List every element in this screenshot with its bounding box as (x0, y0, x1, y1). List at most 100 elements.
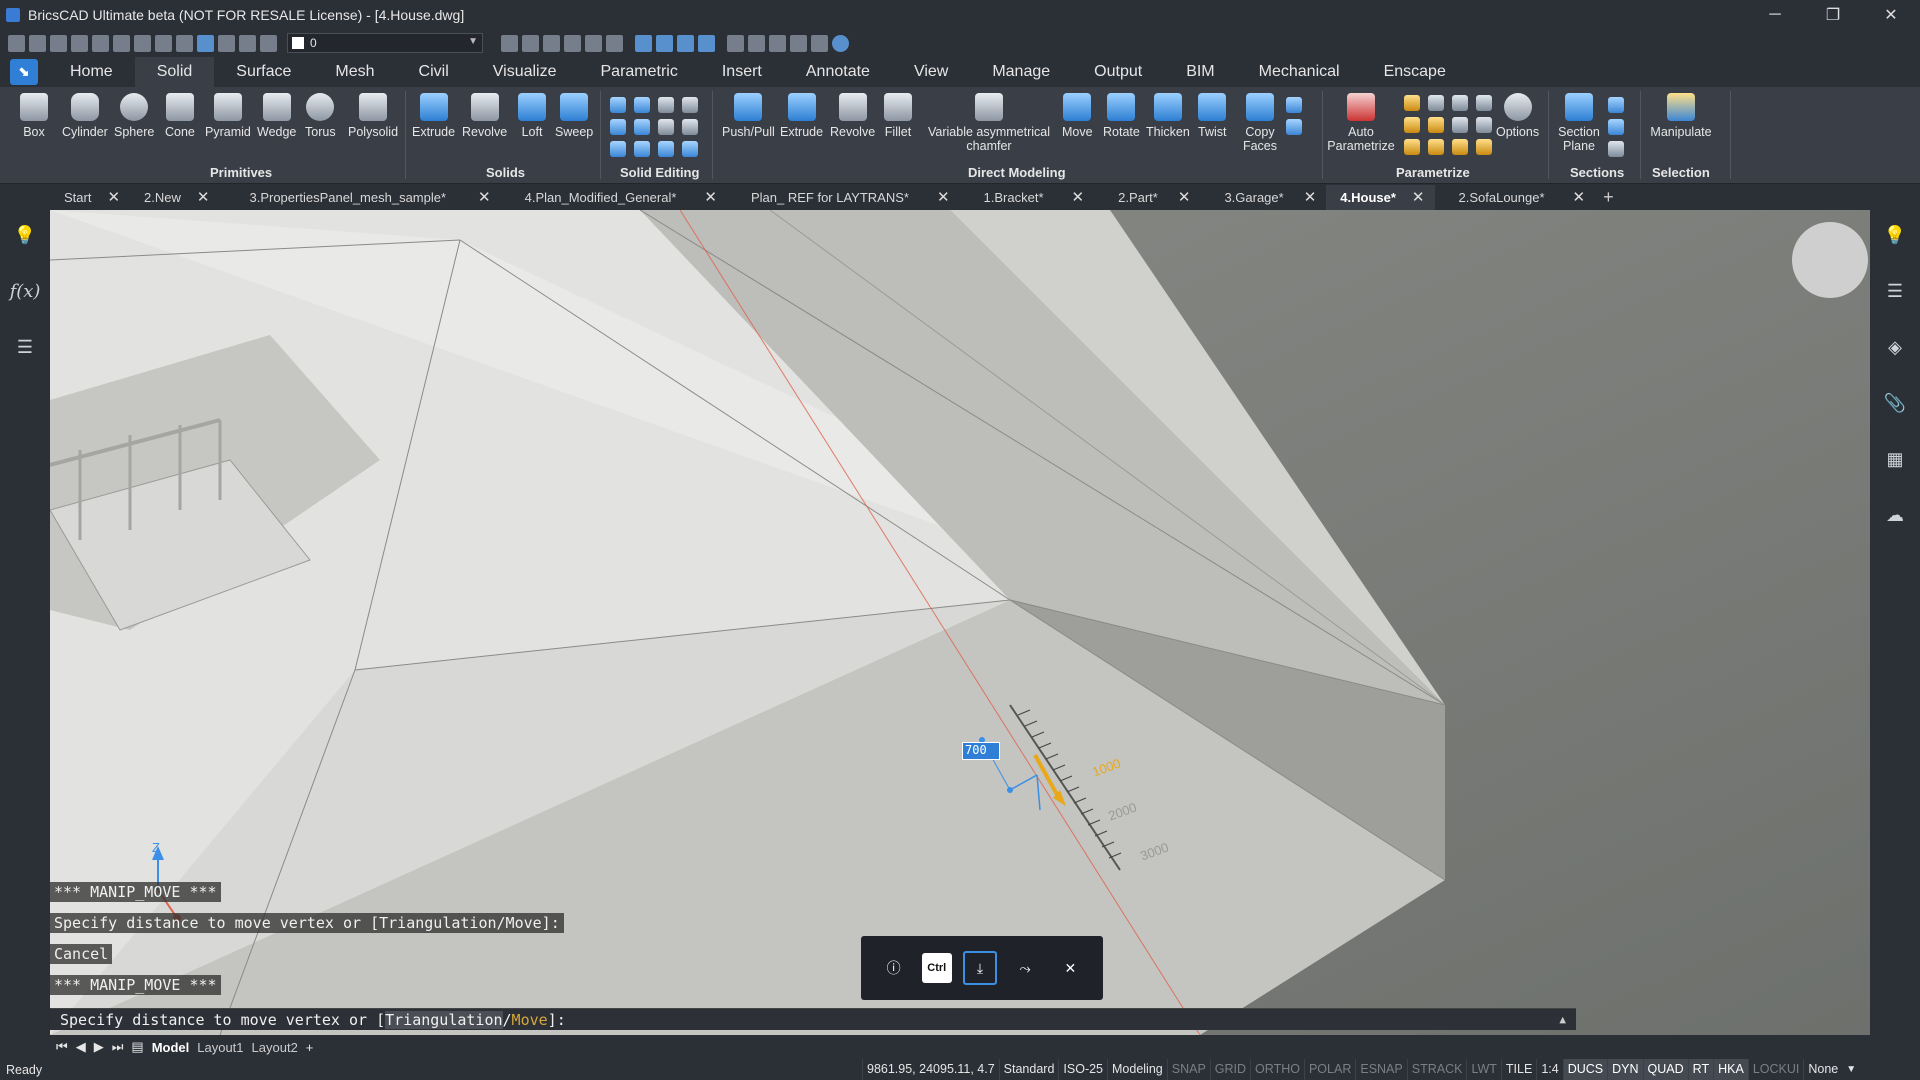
tab-annotate[interactable]: Annotate (784, 57, 892, 87)
perpendicular-icon[interactable] (1428, 117, 1444, 133)
status-standard[interactable]: Standard (998, 1059, 1059, 1080)
doctab-start[interactable]: Start ✕ (50, 185, 130, 210)
eraser-icon[interactable] (748, 34, 765, 52)
redo-icon[interactable] (176, 34, 193, 52)
options-button[interactable]: Options (1496, 93, 1539, 139)
tab-enscape[interactable]: Enscape (1362, 57, 1468, 87)
sphere-button[interactable]: Sphere (114, 93, 154, 139)
image-icon[interactable] (811, 34, 828, 52)
tab-layout2[interactable]: Layout2 (252, 1040, 298, 1055)
option-move[interactable]: Move (512, 1011, 548, 1029)
status-lwt[interactable]: LWT (1466, 1059, 1500, 1080)
doctab-garage[interactable]: 3.Garage* ✕ (1200, 185, 1326, 210)
status-none[interactable]: None (1803, 1059, 1842, 1080)
tab-insert[interactable]: Insert (700, 57, 784, 87)
layers-icon[interactable] (790, 34, 807, 52)
check-icon[interactable] (634, 141, 650, 157)
union-icon[interactable] (610, 97, 626, 113)
manip-move-tool-icon[interactable]: ⤓ (962, 951, 997, 985)
view-iso-icon[interactable] (656, 34, 673, 52)
polysolid-button[interactable]: Polysolid (348, 93, 398, 139)
edit-faces-icon[interactable] (682, 141, 698, 157)
close-icon[interactable]: ✕ (107, 185, 120, 210)
status-hka[interactable]: HKA (1713, 1059, 1748, 1080)
status-quad[interactable]: QUAD (1642, 1059, 1688, 1080)
next-layout-icon[interactable]: ▶ (94, 1039, 104, 1055)
application-menu-button[interactable]: ⬊ (10, 59, 38, 85)
sliders-icon[interactable]: ☰ (1883, 279, 1907, 303)
status-esnap[interactable]: ESNAP (1355, 1059, 1406, 1080)
rotate-button[interactable]: Rotate (1103, 93, 1140, 139)
section-settings-icon[interactable] (1608, 119, 1624, 135)
save-icon[interactable] (50, 34, 67, 52)
angle-icon[interactable] (1428, 139, 1444, 155)
close-icon[interactable]: ✕ (1178, 185, 1191, 210)
plot-preview-icon[interactable] (92, 34, 109, 52)
close-icon[interactable]: ✕ (478, 185, 491, 210)
close-button[interactable]: ✕ (1862, 0, 1920, 29)
repair-icon[interactable] (658, 141, 674, 157)
distance-icon[interactable] (1404, 139, 1420, 155)
layers-icon[interactable]: ◈ (1883, 335, 1907, 359)
prev-layout-icon[interactable]: ◀ (76, 1039, 86, 1055)
tab-civil[interactable]: Civil (397, 57, 471, 87)
close-icon[interactable]: ✕ (1573, 185, 1586, 210)
array-icon[interactable] (606, 34, 623, 52)
parallel-icon[interactable] (1404, 117, 1420, 133)
close-icon[interactable]: ✕ (1304, 185, 1317, 210)
expand-history-icon[interactable]: ▲ (1559, 1013, 1566, 1026)
dm-extrude-button[interactable]: Extrude (780, 93, 823, 139)
tab-surface[interactable]: Surface (214, 57, 313, 87)
status-dyn[interactable]: DYN (1607, 1059, 1643, 1080)
doctab-house[interactable]: 4.House* ✕ (1326, 185, 1435, 210)
dm-revolve-button[interactable]: Revolve (830, 93, 875, 139)
minimize-button[interactable]: ─ (1746, 0, 1804, 29)
command-input[interactable]: Specify distance to move vertex or [Tria… (50, 1008, 1576, 1030)
doctab-properties-panel[interactable]: 3.PropertiesPanel_mesh_sample* ✕ (219, 185, 500, 210)
cone-button[interactable]: Cone (165, 93, 195, 139)
interfere-icon[interactable] (682, 97, 698, 113)
fx-icon[interactable]: f(x) (10, 279, 41, 303)
tangent-icon[interactable] (1452, 117, 1468, 133)
close-icon[interactable]: ✕ (1412, 185, 1425, 210)
tab-mechanical[interactable]: Mechanical (1237, 57, 1362, 87)
option-triangulation[interactable]: Triangulation (385, 1010, 503, 1029)
loft-button[interactable]: Loft (518, 93, 546, 139)
subtract-icon[interactable] (634, 97, 650, 113)
fillet-button[interactable]: Fillet (884, 93, 912, 139)
printer-icon[interactable] (260, 34, 277, 52)
sun-icon[interactable] (218, 34, 235, 52)
status-tile[interactable]: TILE (1500, 1059, 1536, 1080)
layout-list-icon[interactable]: ▤ (131, 1039, 143, 1055)
extrude-button[interactable]: Extrude (412, 93, 455, 139)
status-snap[interactable]: SNAP (1166, 1059, 1210, 1080)
push-pull-button[interactable]: Push/Pull (722, 93, 775, 139)
view-cube-icon[interactable] (635, 34, 652, 52)
properties-icon[interactable] (727, 34, 744, 52)
tab-mesh[interactable]: Mesh (313, 57, 396, 87)
doctab-part[interactable]: 2.Part* ✕ (1094, 185, 1200, 210)
settings-icon[interactable] (769, 34, 786, 52)
status-modeling[interactable]: Modeling (1107, 1059, 1167, 1080)
twist-button[interactable]: Twist (1198, 93, 1226, 139)
cloud-icon[interactable]: ☁ (1883, 503, 1907, 527)
radius-icon[interactable] (1452, 139, 1468, 155)
shell-icon[interactable] (682, 119, 698, 135)
tab-layout1[interactable]: Layout1 (197, 1040, 243, 1055)
view-orbit-icon[interactable] (677, 34, 694, 52)
align-icon[interactable] (564, 34, 581, 52)
close-icon[interactable]: ✕ (937, 185, 950, 210)
tab-home[interactable]: Home (48, 57, 135, 87)
slice-icon[interactable] (658, 97, 674, 113)
fix-icon[interactable] (1476, 95, 1492, 111)
tab-bim[interactable]: BIM (1164, 57, 1236, 87)
tab-manage[interactable]: Manage (970, 57, 1072, 87)
lightbulb-icon[interactable]: 💡 (13, 223, 37, 247)
coincident-icon[interactable] (1428, 95, 1444, 111)
last-layout-icon[interactable]: ⏭ (112, 1039, 124, 1055)
status-menu-chevron-icon[interactable]: ▼ (1842, 1064, 1856, 1075)
pyramid-button[interactable]: Pyramid (205, 93, 251, 139)
status-ortho[interactable]: ORTHO (1250, 1059, 1304, 1080)
new-tab-button[interactable]: + (1595, 187, 1614, 208)
doctab-bracket[interactable]: 1.Bracket* ✕ (960, 185, 1095, 210)
